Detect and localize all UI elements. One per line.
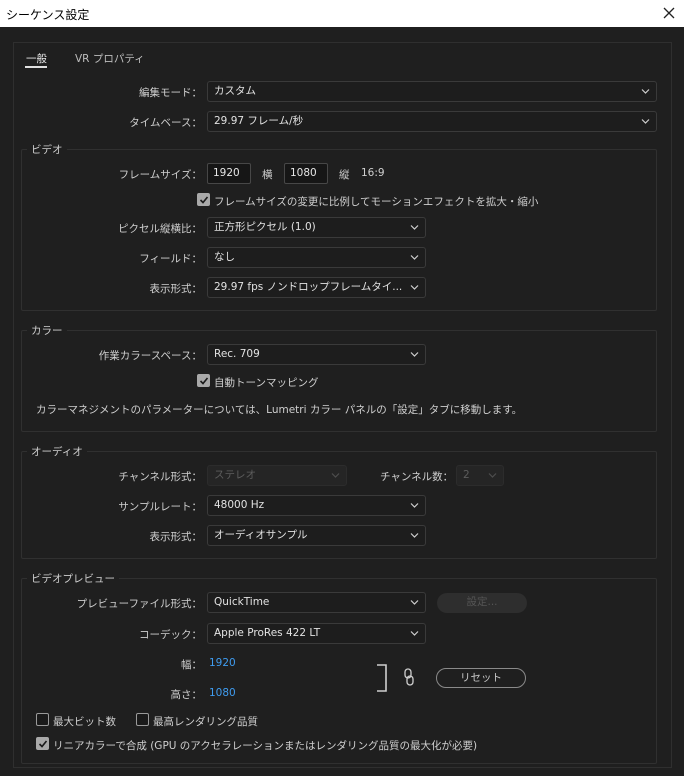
- checkmark-icon: [199, 196, 209, 204]
- max-bit-depth-checkbox[interactable]: [36, 713, 49, 726]
- preview-width-value[interactable]: 1920: [209, 657, 236, 669]
- timebase-value: 29.97 フレーム/秒: [214, 115, 304, 127]
- working-color-space-value: Rec. 709: [214, 348, 260, 360]
- tab-vr-properties[interactable]: VR プロパティ: [75, 51, 145, 66]
- color-section-title: カラー: [27, 323, 67, 338]
- preview-height-label: 高さ：: [170, 689, 203, 701]
- frame-height-unit: 縦: [339, 169, 350, 181]
- window-title: シーケンス設定: [6, 8, 90, 22]
- channel-count-dropdown[interactable]: 2: [456, 465, 504, 486]
- frame-width-input[interactable]: 1920: [207, 163, 251, 184]
- max-render-quality-checkbox[interactable]: [136, 713, 149, 726]
- codec-label: コーデック：: [139, 629, 202, 641]
- link-icon[interactable]: [403, 668, 415, 686]
- channel-format-label: チャンネル形式：: [118, 471, 202, 483]
- chevron-down-icon: [488, 473, 497, 478]
- preview-file-format-label: プレビューファイル形式：: [76, 598, 202, 610]
- sample-rate-dropdown[interactable]: 48000 Hz: [207, 495, 426, 516]
- sample-rate-label: サンプルレート：: [118, 501, 202, 513]
- preview-height-value[interactable]: 1080: [209, 687, 236, 699]
- checkmark-icon: [199, 377, 209, 385]
- fields-value: なし: [214, 251, 235, 263]
- codec-dropdown[interactable]: Apple ProRes 422 LT: [207, 623, 426, 644]
- pixel-aspect-dropdown[interactable]: 正方形ピクセル (1.0): [207, 217, 426, 238]
- chevron-down-icon: [410, 352, 419, 357]
- preview-width-label: 幅：: [181, 659, 202, 671]
- working-color-space-label: 作業カラースペース：: [98, 350, 202, 362]
- close-button[interactable]: [658, 2, 680, 24]
- video-preview-section-title: ビデオプレビュー: [27, 571, 119, 586]
- preview-file-format-dropdown[interactable]: QuickTime: [207, 592, 426, 613]
- preview-settings-button[interactable]: 設定...: [437, 593, 527, 613]
- linear-color-checkbox[interactable]: [36, 737, 49, 750]
- codec-value: Apple ProRes 422 LT: [214, 627, 321, 639]
- frame-size-label: フレームサイズ：: [118, 169, 202, 181]
- chevron-down-icon: [641, 89, 650, 94]
- chevron-down-icon: [410, 631, 419, 636]
- edit-mode-dropdown[interactable]: カスタム: [207, 81, 657, 102]
- frame-height-input[interactable]: 1080: [284, 163, 328, 184]
- edit-mode-label: 編集モード：: [139, 87, 202, 99]
- title-bar: シーケンス設定: [0, 0, 684, 27]
- chevron-down-icon: [410, 533, 419, 538]
- video-display-format-label: 表示形式：: [149, 283, 203, 295]
- chevron-down-icon: [331, 473, 340, 478]
- sample-rate-value: 48000 Hz: [214, 499, 265, 511]
- timebase-label: タイムベース：: [129, 117, 202, 129]
- video-section-title: ビデオ: [27, 142, 67, 157]
- tab-general-underline: [25, 66, 47, 68]
- audio-display-format-label: 表示形式：: [149, 531, 203, 543]
- max-render-quality-label: 最高レンダリング品質: [153, 716, 258, 728]
- chevron-down-icon: [641, 119, 650, 124]
- working-color-space-dropdown[interactable]: Rec. 709: [207, 344, 426, 365]
- audio-display-format-value: オーディオサンプル: [214, 529, 308, 541]
- chevron-down-icon: [410, 503, 419, 508]
- chevron-down-icon: [410, 600, 419, 605]
- linear-color-label: リニアカラーで合成 (GPU のアクセラレーションまたはレンダリング品質の最大化…: [53, 740, 478, 752]
- channel-format-dropdown[interactable]: ステレオ: [207, 465, 347, 486]
- checkmark-icon: [38, 740, 48, 748]
- aspect-ratio-text: 16:9: [361, 167, 385, 179]
- audio-display-format-dropdown[interactable]: オーディオサンプル: [207, 525, 426, 546]
- frame-width-unit: 横: [262, 169, 273, 181]
- chevron-down-icon: [410, 285, 419, 290]
- scale-motion-checkbox[interactable]: [197, 193, 210, 206]
- audio-section-title: オーディオ: [27, 444, 87, 459]
- color-management-info: カラーマネジメントのパラメーターについては、Lumetri カラー パネルの「設…: [36, 404, 523, 416]
- timebase-dropdown[interactable]: 29.97 フレーム/秒: [207, 111, 657, 132]
- edit-mode-value: カスタム: [214, 85, 256, 97]
- fields-dropdown[interactable]: なし: [207, 247, 426, 268]
- video-display-format-value: 29.97 fps ノンドロップフレームタイ...: [214, 281, 403, 293]
- chevron-down-icon: [410, 255, 419, 260]
- bracket-icon: [377, 664, 387, 692]
- fields-label: フィールド：: [139, 253, 202, 265]
- pixel-aspect-value: 正方形ピクセル (1.0): [214, 221, 316, 233]
- auto-tone-mapping-checkbox[interactable]: [197, 374, 210, 387]
- tab-general[interactable]: 一般: [26, 51, 47, 66]
- channel-count-label: チャンネル数：: [380, 471, 454, 483]
- max-bit-depth-label: 最大ビット数: [53, 716, 116, 728]
- close-icon: [663, 7, 675, 19]
- reset-button[interactable]: リセット: [436, 668, 526, 688]
- channel-format-value: ステレオ: [214, 469, 256, 481]
- video-display-format-dropdown[interactable]: 29.97 fps ノンドロップフレームタイ...: [207, 277, 426, 298]
- scale-motion-label: フレームサイズの変更に比例してモーションエフェクトを拡大・縮小: [214, 196, 539, 208]
- channel-count-value: 2: [463, 469, 470, 481]
- auto-tone-mapping-label: 自動トーンマッピング: [214, 377, 319, 389]
- preview-file-format-value: QuickTime: [214, 596, 270, 608]
- pixel-aspect-label: ピクセル縦横比：: [118, 223, 202, 235]
- chevron-down-icon: [410, 225, 419, 230]
